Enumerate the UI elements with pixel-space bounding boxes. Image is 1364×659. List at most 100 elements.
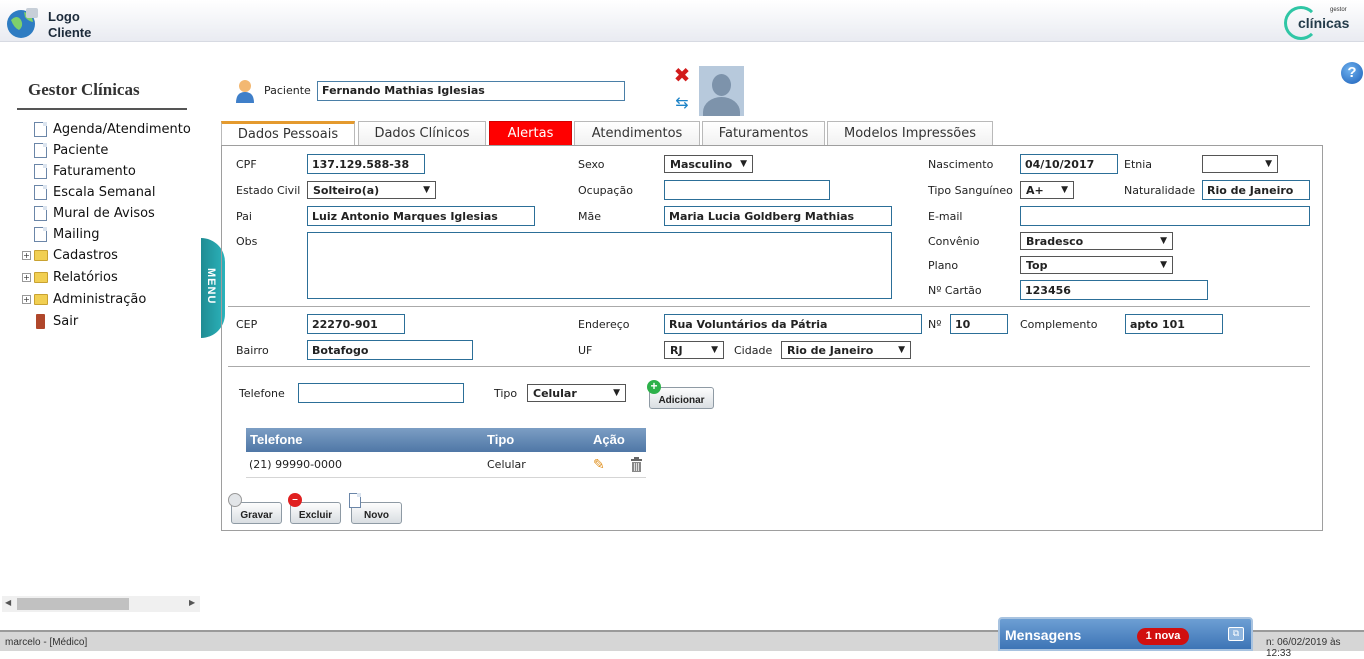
section-divider [228,366,1310,367]
avatar-head [712,74,731,96]
phones-table: Telefone Tipo Ação (21) 99990-0000 Celul… [246,428,646,478]
tab-dados-clinicos[interactable]: Dados Clínicos [358,121,486,146]
patient-user-icon [236,80,254,103]
sidebar-item-label: Mailing [53,227,100,242]
tab-faturamentos[interactable]: Faturamentos [702,121,825,146]
pai-field[interactable]: Luiz Antonio Marques Iglesias [307,206,535,226]
brand-small-text: gestor [1330,7,1347,13]
expand-icon[interactable]: + [22,295,31,304]
ocupacao-label: Ocupação [578,184,633,197]
scroll-right-arrow-icon[interactable]: ▶ [189,598,195,607]
tab-modelos-impressoes[interactable]: Modelos Impressões [827,121,993,146]
sidebar-item-label: Mural de Avisos [53,206,155,221]
swap-photo-icon[interactable]: ⇆ [673,92,691,114]
expand-icon[interactable]: + [22,273,31,282]
trash-icon[interactable] [630,457,643,472]
sidebar-horizontal-scrollbar[interactable]: ◀ ▶ [2,596,200,612]
tipo-sanguineo-select[interactable]: A+ ▼ [1020,181,1074,199]
sidebar-item-sair[interactable]: Sair [22,311,202,332]
excluir-button[interactable]: – Excluir [288,493,341,524]
sidebar-item-administracao[interactable]: + Administração [22,289,202,311]
nascimento-field[interactable]: 04/10/2017 [1020,154,1118,174]
sidebar-item-paciente[interactable]: Paciente [22,140,202,161]
convenio-label: Convênio [928,235,980,248]
email-field[interactable] [1020,206,1310,226]
novo-button[interactable]: Novo [349,493,402,524]
scroll-left-arrow-icon[interactable]: ◀ [5,598,11,607]
uf-select[interactable]: RJ ▼ [664,341,724,359]
endereco-field[interactable]: Rua Voluntários da Pátria [664,314,922,334]
convenio-select[interactable]: Bradesco ▼ [1020,232,1173,250]
plano-label: Plano [928,259,959,272]
messages-panel[interactable]: Mensagens 1 nova ⧉ [998,617,1253,651]
obs-textarea[interactable] [307,232,892,299]
telefone-field[interactable] [298,383,464,403]
plano-select[interactable]: Top ▼ [1020,256,1173,274]
chevron-down-icon: ▼ [740,159,747,169]
help-icon[interactable]: ? [1341,62,1363,84]
col-acao-header: Ação [593,432,625,447]
document-icon [34,185,47,200]
uf-label: UF [578,344,593,357]
sidebar-item-label: Relatórios [53,270,118,285]
mae-field[interactable]: Maria Lucia Goldberg Mathias [664,206,892,226]
sidebar-item-label: Paciente [53,143,109,158]
tab-alertas[interactable]: Alertas [489,121,572,146]
cidade-label: Cidade [734,344,773,357]
sidebar-item-mailing[interactable]: Mailing [22,224,202,245]
client-logo-text: Logo Cliente [48,9,91,41]
col-tipo-header: Tipo [487,432,515,447]
sidebar-item-cadastros[interactable]: + Cadastros [22,245,202,267]
sidebar-item-agenda[interactable]: Agenda/Atendimento [22,119,202,140]
adicionar-label: Adicionar [658,395,705,406]
adicionar-button[interactable]: + Adicionar [647,380,714,409]
patient-photo[interactable] [699,66,744,116]
cpf-field[interactable]: 137.129.588-38 [307,154,425,174]
sidebar-item-mural-avisos[interactable]: Mural de Avisos [22,203,202,224]
sidebar-item-relatorios[interactable]: + Relatórios [22,267,202,289]
edit-pencil-icon[interactable]: ✎ [593,452,605,478]
messages-title: Mensagens [1005,627,1082,643]
last-access-date: n: 06/02/2019 às 12:33 [1266,637,1341,659]
bairro-field[interactable]: Botafogo [307,340,473,360]
tipo-label: Tipo [494,387,518,400]
estado-civil-value: Solteiro(a) [313,184,380,197]
popout-icon[interactable]: ⧉ [1228,627,1244,641]
etnia-select[interactable]: ▼ [1202,155,1278,173]
ocupacao-field[interactable] [664,180,830,200]
estado-civil-select[interactable]: Solteiro(a) ▼ [307,181,436,199]
document-icon [34,122,47,137]
folder-icon [34,294,48,305]
sexo-label: Sexo [578,158,605,171]
tab-dados-pessoais[interactable]: Dados Pessoais [221,121,355,146]
remove-photo-icon[interactable]: ✖ [673,65,691,85]
phone-type-cell: Celular [487,458,526,471]
cidade-select[interactable]: Rio de Janeiro ▼ [781,341,911,359]
patient-name-input[interactable]: Fernando Mathias Iglesias [317,81,625,101]
numero-field[interactable]: 10 [950,314,1008,334]
naturalidade-field[interactable]: Rio de Janeiro [1202,180,1310,200]
document-icon [34,143,47,158]
logo-line-2: Cliente [48,25,92,40]
cep-label: CEP [236,318,258,331]
chevron-down-icon: ▼ [711,345,718,355]
expand-icon[interactable]: + [22,251,31,260]
sidebar-item-faturamento[interactable]: Faturamento [22,161,202,182]
sidebar-item-escala-semanal[interactable]: Escala Semanal [22,182,202,203]
tipo-value: Celular [533,387,577,400]
new-document-icon [349,493,361,508]
complemento-field[interactable]: apto 101 [1125,314,1223,334]
gravar-button[interactable]: Gravar [228,493,282,524]
chevron-down-icon: ▼ [1265,159,1272,169]
sexo-select[interactable]: Masculino ▼ [664,155,753,173]
scrollbar-thumb[interactable] [17,598,129,610]
endereco-label: Endereço [578,318,630,331]
novo-label: Novo [364,510,389,521]
tab-atendimentos[interactable]: Atendimentos [574,121,700,146]
chevron-down-icon: ▼ [1061,185,1068,195]
sidebar-item-label: Faturamento [53,164,136,179]
cep-field[interactable]: 22270-901 [307,314,405,334]
chevron-down-icon: ▼ [613,388,620,398]
tipo-select[interactable]: Celular ▼ [527,384,626,402]
cartao-field[interactable]: 123456 [1020,280,1208,300]
